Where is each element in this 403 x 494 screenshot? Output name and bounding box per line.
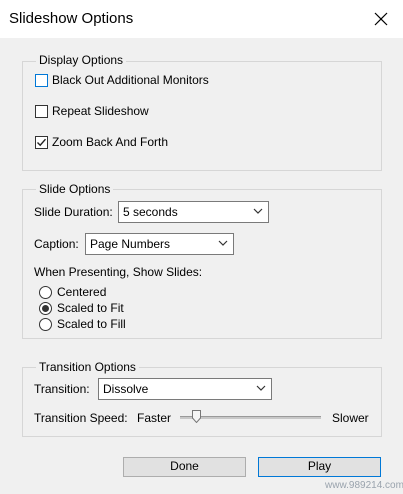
transition-options-legend: Transition Options bbox=[36, 360, 139, 374]
scaled-to-fit-radio[interactable] bbox=[39, 302, 52, 315]
slide-duration-select[interactable]: 5 seconds bbox=[118, 201, 269, 223]
slider-thumb-icon bbox=[192, 410, 201, 424]
transition-value: Dissolve bbox=[103, 382, 149, 396]
scaled-to-fill-label[interactable]: Scaled to Fill bbox=[57, 317, 126, 331]
caption-label: Caption: bbox=[34, 237, 79, 251]
centered-radio[interactable] bbox=[39, 286, 52, 299]
black-out-label[interactable]: Black Out Additional Monitors bbox=[52, 73, 209, 87]
slide-duration-value: 5 seconds bbox=[123, 205, 178, 219]
faster-label: Faster bbox=[137, 411, 172, 425]
transition-speed-track[interactable] bbox=[180, 416, 321, 419]
slide-options-legend: Slide Options bbox=[36, 182, 114, 196]
done-button[interactable]: Done bbox=[123, 457, 246, 477]
repeat-slideshow-label[interactable]: Repeat Slideshow bbox=[52, 104, 149, 118]
transition-speed-label: Transition Speed: bbox=[34, 411, 128, 425]
display-options-legend: Display Options bbox=[36, 53, 127, 67]
chevron-down-icon bbox=[253, 208, 263, 214]
repeat-slideshow-checkbox[interactable] bbox=[35, 105, 48, 118]
watermark-text: www.989214.com bbox=[325, 480, 403, 491]
slower-label: Slower bbox=[332, 411, 369, 425]
checkmark-icon bbox=[37, 138, 47, 147]
zoom-back-forth-checkbox[interactable] bbox=[35, 136, 48, 149]
dialog-title: Slideshow Options bbox=[9, 10, 134, 27]
scaled-to-fill-radio[interactable] bbox=[39, 318, 52, 331]
transition-select[interactable]: Dissolve bbox=[98, 378, 272, 400]
play-button[interactable]: Play bbox=[258, 457, 381, 477]
scaled-to-fit-label[interactable]: Scaled to Fit bbox=[57, 301, 124, 315]
black-out-checkbox[interactable] bbox=[35, 74, 48, 87]
caption-select[interactable]: Page Numbers bbox=[85, 233, 234, 255]
caption-value: Page Numbers bbox=[90, 237, 171, 251]
transition-speed-slider-thumb[interactable] bbox=[192, 410, 201, 424]
chevron-down-icon bbox=[218, 240, 228, 246]
radio-selected-dot bbox=[42, 305, 49, 312]
centered-label[interactable]: Centered bbox=[57, 285, 106, 299]
close-button[interactable] bbox=[368, 6, 394, 32]
chevron-down-icon bbox=[256, 385, 266, 391]
close-icon bbox=[374, 12, 388, 26]
zoom-back-forth-label[interactable]: Zoom Back And Forth bbox=[52, 135, 168, 149]
presenting-label: When Presenting, Show Slides: bbox=[34, 265, 203, 279]
transition-label: Transition: bbox=[34, 382, 90, 396]
slide-duration-label: Slide Duration: bbox=[34, 205, 113, 219]
